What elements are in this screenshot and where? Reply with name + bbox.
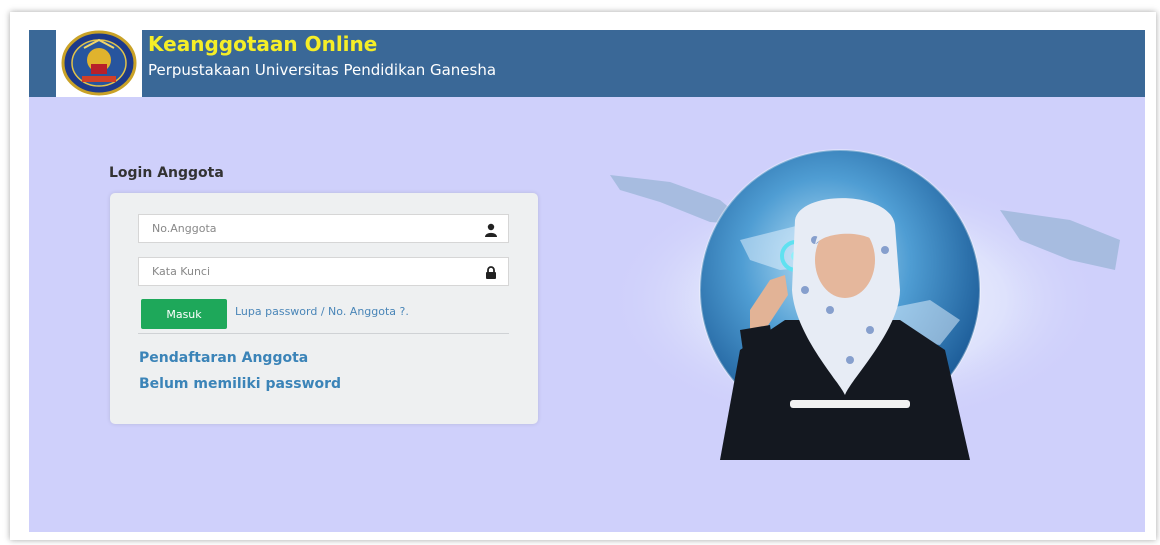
university-seal-logo	[56, 28, 142, 98]
no-password-link[interactable]: Belum memiliki password	[139, 376, 341, 392]
member-number-field	[138, 214, 509, 243]
password-field	[138, 257, 509, 286]
app-subtitle: Perpustakaan Universitas Pendidikan Gane…	[148, 61, 497, 79]
forgot-password-link[interactable]: Lupa password / No. Anggota ?.	[235, 305, 409, 318]
user-icon	[484, 222, 498, 237]
login-heading: Login Anggota	[109, 165, 224, 181]
panel-divider	[138, 333, 509, 334]
app-title: Keanggotaan Online	[148, 32, 378, 56]
login-button[interactable]: Masuk	[141, 299, 227, 329]
lock-icon	[484, 265, 498, 279]
hero-illustration	[600, 130, 1140, 490]
member-number-input[interactable]	[139, 215, 469, 242]
password-input[interactable]	[139, 258, 469, 285]
register-member-link[interactable]: Pendaftaran Anggota	[139, 350, 308, 366]
